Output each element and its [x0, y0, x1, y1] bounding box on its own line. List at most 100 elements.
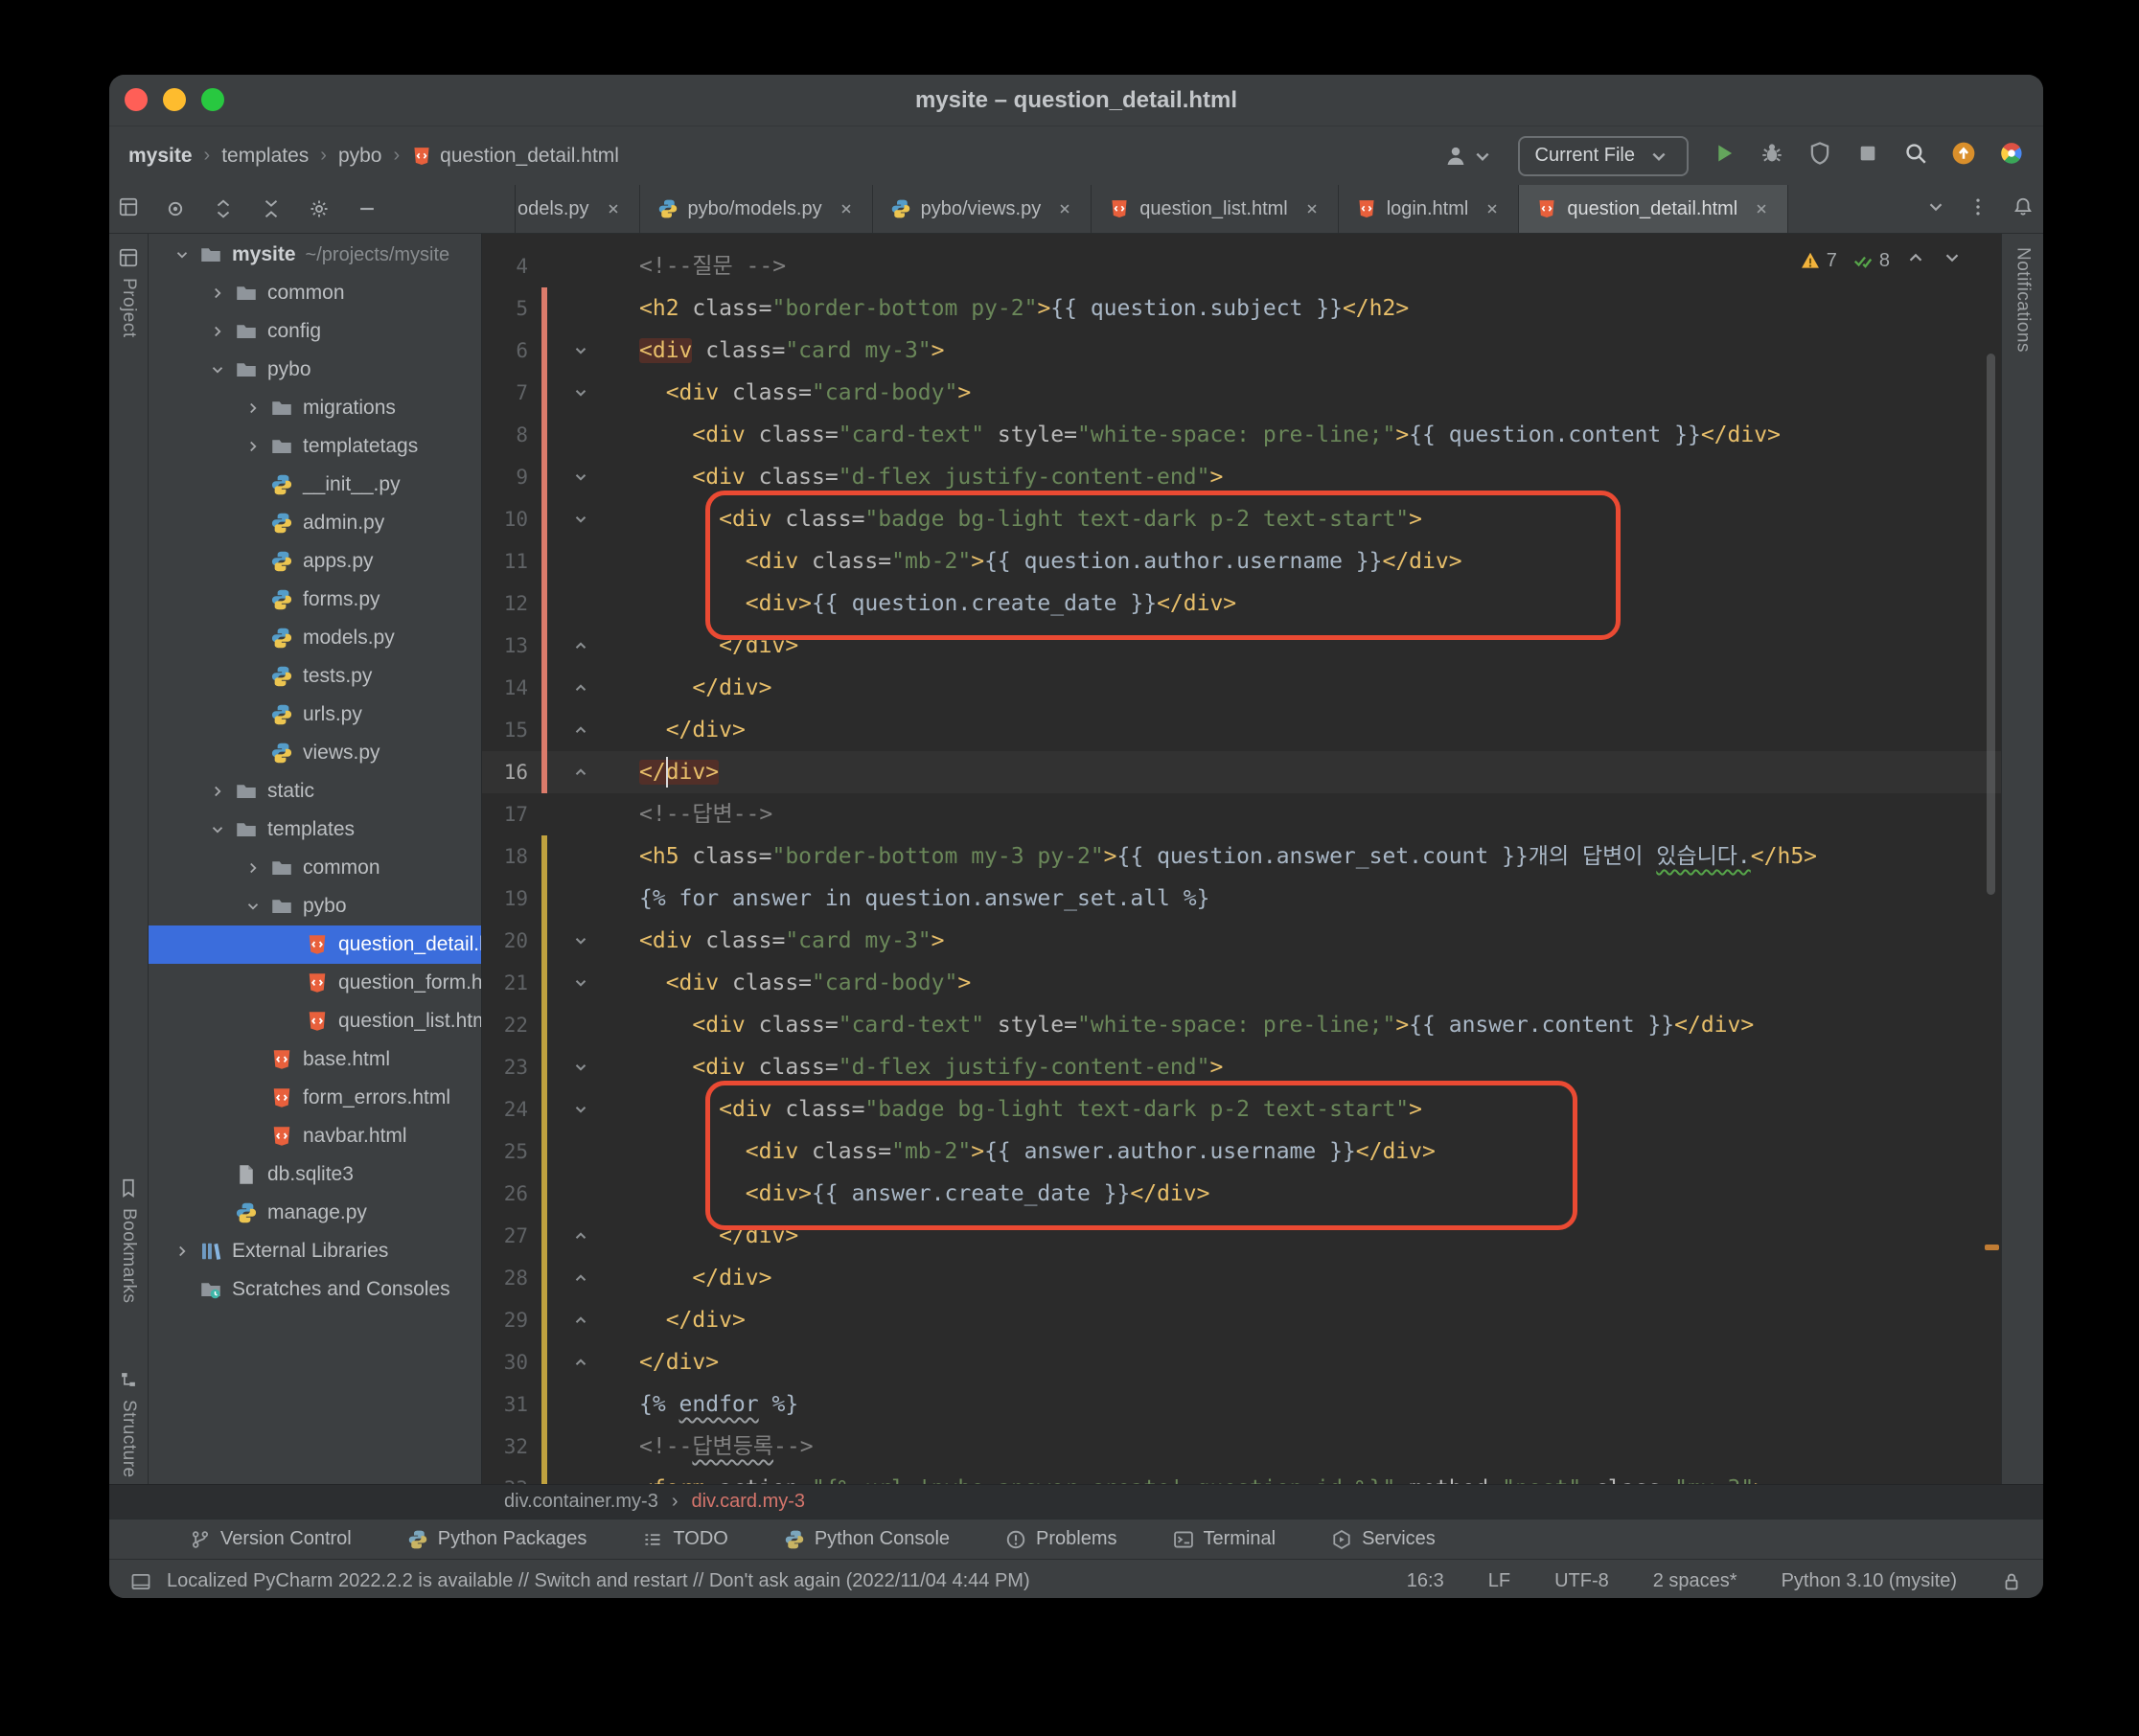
fold-gutter[interactable]: [547, 878, 597, 920]
fold-gutter[interactable]: [547, 751, 597, 793]
locate-file-button[interactable]: [165, 198, 186, 219]
tree-item-common[interactable]: common: [149, 849, 481, 887]
fold-gutter[interactable]: [547, 287, 597, 330]
code-line[interactable]: 27 </div>: [482, 1215, 2001, 1257]
fold-gutter[interactable]: [547, 920, 597, 962]
collapse-all-button[interactable]: [261, 198, 282, 219]
tool-window-button-problems[interactable]: Problems: [1005, 1528, 1116, 1550]
tree-item-navbar-html[interactable]: navbar.html: [149, 1117, 481, 1155]
chevron-right-icon[interactable]: [173, 1243, 191, 1260]
element-breadcrumb[interactable]: div.card.my-3: [691, 1491, 805, 1513]
tree-item-form-errors-html[interactable]: form_errors.html: [149, 1079, 481, 1117]
code-line[interactable]: 23 <div class="d-flex justify-content-en…: [482, 1046, 2001, 1088]
fold-gutter[interactable]: [547, 793, 597, 835]
fold-close-icon[interactable]: [572, 1269, 589, 1287]
tree-item-forms-py[interactable]: forms.py: [149, 581, 481, 619]
tree-item-question-form-html[interactable]: question_form.html: [149, 964, 481, 1002]
tree-item-mysite[interactable]: mysite~/projects/mysite: [149, 236, 481, 274]
settings-button[interactable]: [309, 198, 330, 219]
chevron-right-icon[interactable]: [209, 783, 226, 800]
notifications-bell-button[interactable]: [2012, 196, 2034, 222]
tool-window-button-python-packages[interactable]: Python Packages: [407, 1528, 587, 1550]
breadcrumb-item[interactable]: pybo: [338, 145, 382, 168]
run-button[interactable]: [1712, 141, 1736, 171]
title-bar[interactable]: mysite – question_detail.html: [109, 75, 2043, 126]
tree-item-question-list-html[interactable]: question_list.html: [149, 1002, 481, 1040]
code-line[interactable]: 32<!--답변등록-->: [482, 1426, 2001, 1468]
code-line[interactable]: 7 <div class="card-body">: [482, 372, 2001, 414]
tree-item-migrations[interactable]: migrations: [149, 389, 481, 427]
user-menu[interactable]: [1443, 144, 1495, 169]
fold-close-icon[interactable]: [572, 1312, 589, 1329]
code-line[interactable]: 15 </div>: [482, 709, 2001, 751]
code-line[interactable]: 21 <div class="card-body">: [482, 962, 2001, 1004]
fold-gutter[interactable]: [547, 498, 597, 540]
tree-item-config[interactable]: config: [149, 312, 481, 351]
tree-item-static[interactable]: static: [149, 772, 481, 811]
chevron-down-icon[interactable]: [244, 898, 262, 915]
fold-gutter[interactable]: [547, 1215, 597, 1257]
element-breadcrumb[interactable]: div.container.my-3: [504, 1491, 658, 1513]
fold-close-icon[interactable]: [572, 764, 589, 781]
fold-gutter[interactable]: [547, 1173, 597, 1215]
fold-open-icon[interactable]: [572, 932, 589, 949]
expand-all-button[interactable]: [213, 198, 234, 219]
fold-gutter[interactable]: [547, 835, 597, 878]
code-line[interactable]: 5<h2 class="border-bottom py-2">{{ quest…: [482, 287, 2001, 330]
close-tab-icon[interactable]: [605, 200, 622, 217]
debug-button[interactable]: [1760, 141, 1784, 171]
fold-gutter[interactable]: [547, 709, 597, 751]
fold-gutter[interactable]: [547, 667, 597, 709]
editor-tab[interactable]: login.html: [1339, 185, 1520, 233]
code-line[interactable]: 26 <div>{{ answer.create_date }}</div>: [482, 1173, 2001, 1215]
editor-tab[interactable]: pybo/models.py: [640, 185, 873, 233]
warnings-count[interactable]: 7: [1800, 250, 1837, 272]
fold-gutter[interactable]: [547, 625, 597, 667]
tree-item-base-html[interactable]: base.html: [149, 1040, 481, 1079]
search-everywhere-button[interactable]: [1903, 141, 1928, 171]
tree-item-db-sqlite3[interactable]: db.sqlite3: [149, 1155, 481, 1194]
code-line[interactable]: 31{% endfor %}: [482, 1383, 2001, 1426]
editor-scrollbar[interactable]: [1987, 354, 1995, 895]
chevron-right-icon[interactable]: [209, 285, 226, 302]
breadcrumb-item[interactable]: mysite: [128, 145, 193, 168]
code-line[interactable]: 8 <div class="card-text" style="white-sp…: [482, 414, 2001, 456]
tree-item-models-py[interactable]: models.py: [149, 619, 481, 657]
stop-button[interactable]: [1855, 141, 1880, 171]
tab-options-button[interactable]: [1967, 196, 1989, 222]
fold-gutter[interactable]: [547, 540, 597, 582]
fold-open-icon[interactable]: [572, 511, 589, 528]
hidden-tabs-button[interactable]: [1925, 196, 1946, 222]
line-separator[interactable]: LF: [1488, 1570, 1510, 1592]
close-tab-icon[interactable]: [838, 200, 855, 217]
next-problem-button[interactable]: [1942, 247, 1963, 274]
tree-item-templatetags[interactable]: templatetags: [149, 427, 481, 466]
tree-item-urls-py[interactable]: urls.py: [149, 696, 481, 734]
code-line[interactable]: 16</div>: [482, 751, 2001, 793]
error-stripe-mark[interactable]: [1985, 1245, 1999, 1250]
editor-tab[interactable]: pybo/views.py: [873, 185, 1092, 233]
tool-window-button-services[interactable]: Services: [1331, 1528, 1436, 1550]
project-tool-button[interactable]: [118, 196, 139, 222]
chevron-right-icon[interactable]: [209, 323, 226, 340]
tree-item-manage-py[interactable]: manage.py: [149, 1194, 481, 1232]
inspections-widget[interactable]: 78: [1800, 247, 1963, 274]
tool-stripe-project[interactable]: Project: [109, 247, 148, 338]
fold-open-icon[interactable]: [572, 384, 589, 401]
prev-problem-button[interactable]: [1905, 247, 1926, 274]
code-line[interactable]: 18<h5 class="border-bottom my-3 py-2">{{…: [482, 835, 2001, 878]
fold-open-icon[interactable]: [572, 1059, 589, 1076]
editor-tab[interactable]: question_list.html: [1092, 185, 1339, 233]
chevron-right-icon[interactable]: [244, 859, 262, 877]
code-line[interactable]: 20<div class="card my-3">: [482, 920, 2001, 962]
code-line[interactable]: 33<form action="{% url 'pybo:answer_crea…: [482, 1468, 2001, 1484]
code-line[interactable]: 4<!--질문 -->: [482, 245, 2001, 287]
fold-gutter[interactable]: [547, 1131, 597, 1173]
code-line[interactable]: 11 <div class="mb-2">{{ question.author.…: [482, 540, 2001, 582]
code-line[interactable]: 30</div>: [482, 1341, 2001, 1383]
fold-close-icon[interactable]: [572, 679, 589, 697]
breadcrumb-item[interactable]: templates: [221, 145, 309, 168]
fold-close-icon[interactable]: [572, 721, 589, 739]
hide-panel-button[interactable]: [356, 198, 378, 219]
fold-gutter[interactable]: [547, 1257, 597, 1299]
